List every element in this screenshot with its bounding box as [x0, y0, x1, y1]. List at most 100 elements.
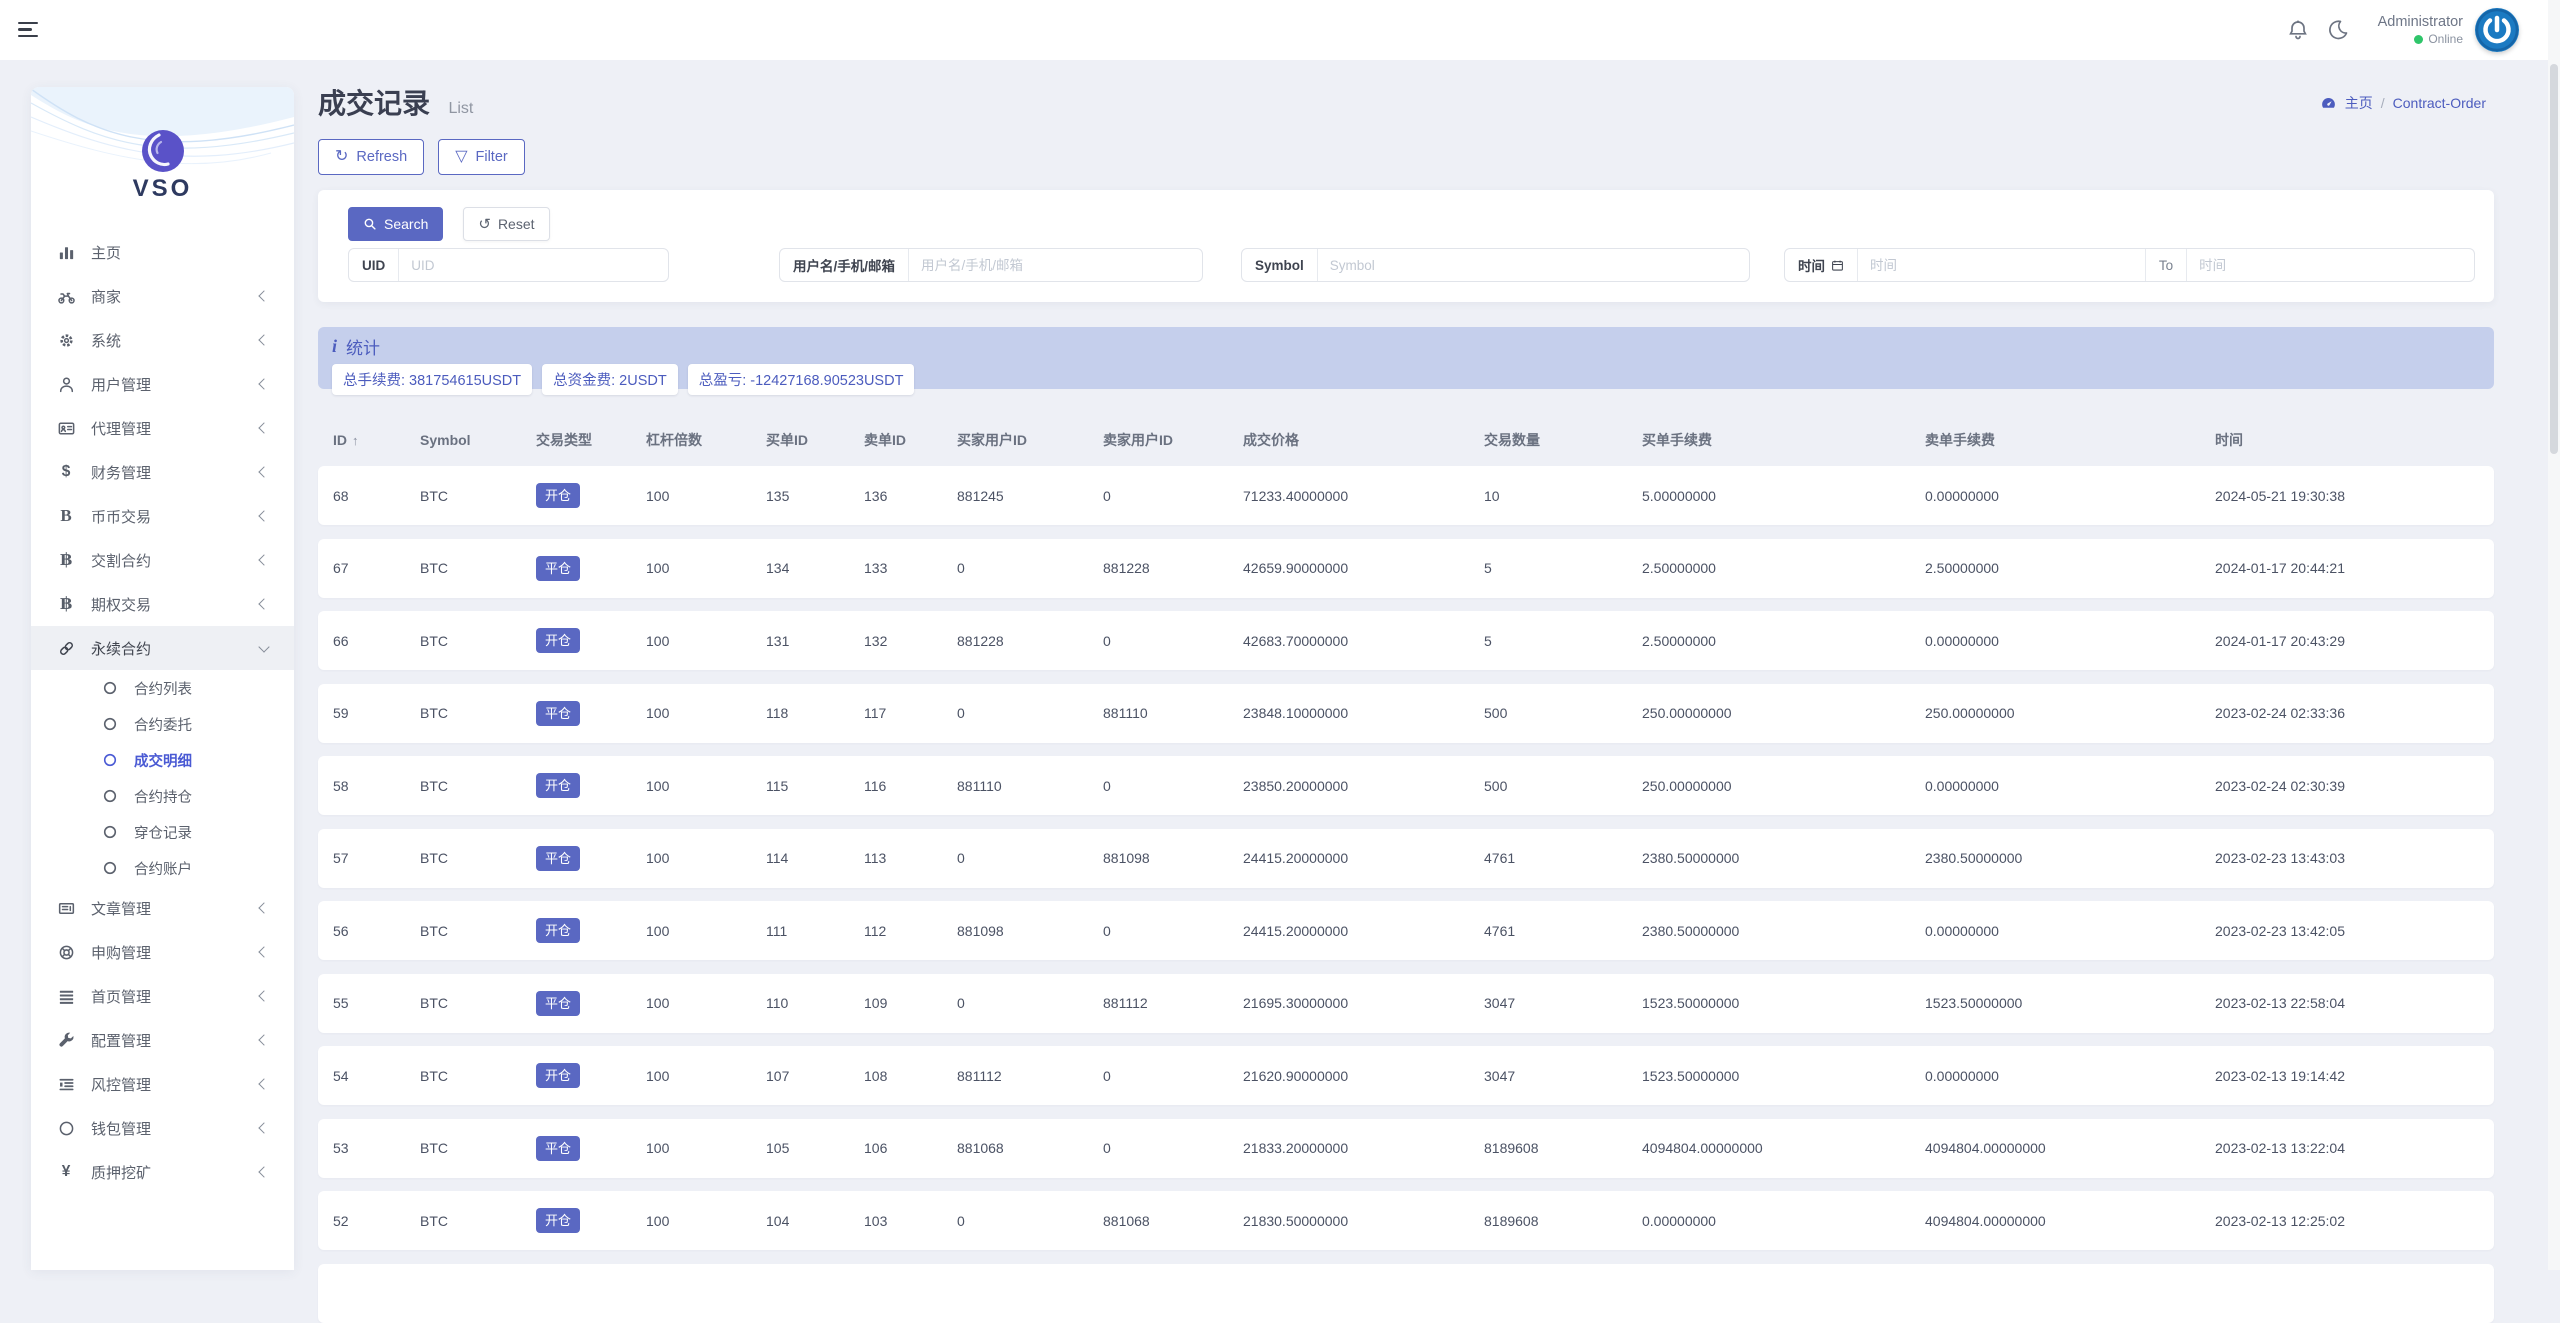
table-cell: 881110 [957, 778, 1103, 794]
table-cell: 131 [766, 633, 864, 649]
breadcrumb-home-link[interactable]: 主页 [2345, 93, 2373, 113]
sidebar-item[interactable]: 申购管理 [31, 930, 294, 974]
sidebar-item[interactable]: 系统 [31, 318, 294, 362]
sidebar-item[interactable]: 文章管理 [31, 886, 294, 930]
table-cell: 111 [766, 923, 864, 939]
sidebar-item[interactable]: 首页管理 [31, 974, 294, 1018]
sidebar-subitem[interactable]: 合约持仓 [31, 778, 294, 814]
table-cell: 2023-02-23 13:42:05 [2215, 923, 2494, 939]
chevron-left-icon [258, 1034, 269, 1045]
table-cell: 开仓 [536, 773, 646, 798]
indent-list-icon [56, 1074, 76, 1094]
table-cell: 开仓 [536, 483, 646, 508]
breadcrumb-current-link[interactable]: Contract-Order [2393, 95, 2486, 111]
table-cell: 2023-02-23 13:43:03 [2215, 850, 2494, 866]
user-info[interactable]: Administrator Online [2378, 13, 2463, 46]
avatar[interactable] [2475, 8, 2519, 52]
sidebar-item-label: 期权交易 [91, 594, 151, 615]
bell-icon[interactable] [2286, 18, 2310, 42]
table-cell: 24415.20000000 [1243, 923, 1484, 939]
table-cell: 2.50000000 [1925, 560, 2215, 576]
column-header[interactable]: ID↑ [333, 432, 420, 448]
column-header: 买家用户ID [957, 430, 1103, 450]
sidebar-item-label: 配置管理 [91, 1030, 151, 1051]
table-header: ID↑Symbol交易类型杠杆倍数买单ID卖单ID买家用户ID卖家用户ID成交价… [318, 430, 2494, 448]
stats-badge-total-funding: 总资金费: 2USDT [542, 364, 678, 395]
brand-text: VSO [31, 175, 294, 203]
table-cell: 881112 [1103, 995, 1243, 1011]
sidebar-item[interactable]: ¥质押挖矿 [31, 1150, 294, 1194]
table-cell: BTC [420, 778, 536, 794]
stats-badge-total-fee: 总手续费: 381754615USDT [332, 364, 532, 395]
column-header: 时间 [2215, 430, 2494, 450]
search-button[interactable]: Search [348, 207, 443, 241]
uid-input[interactable] [399, 249, 668, 281]
table-cell: 250.00000000 [1642, 778, 1925, 794]
column-header: 卖单手续费 [1925, 430, 2215, 450]
sidebar-item[interactable]: 风控管理 [31, 1062, 294, 1106]
sidebar-item-label: 申购管理 [91, 942, 151, 963]
refresh-button[interactable]: ↻ Refresh [318, 139, 424, 175]
table-cell: 2023-02-24 02:30:39 [2215, 778, 2494, 794]
sidebar-item[interactable]: ฿交割合约 [31, 538, 294, 582]
chevron-left-icon [258, 334, 269, 345]
table-cell: 42683.70000000 [1243, 633, 1484, 649]
table-cell: 42659.90000000 [1243, 560, 1484, 576]
table-cell: 56 [333, 923, 420, 939]
time-from-input[interactable] [1858, 249, 2145, 281]
symbol-input[interactable] [1318, 249, 1749, 281]
sidebar-item-label: 代理管理 [91, 418, 151, 439]
table-cell: 21830.50000000 [1243, 1213, 1484, 1229]
sidebar-subitem[interactable]: 穿仓记录 [31, 814, 294, 850]
table-cell: 0.00000000 [1925, 1068, 2215, 1084]
table-cell: 开仓 [536, 628, 646, 653]
lifebuoy-icon [56, 942, 76, 962]
username-phone-email-input[interactable] [909, 249, 1202, 281]
sidebar-item[interactable]: 代理管理 [31, 406, 294, 450]
sidebar-subitem[interactable]: 合约列表 [31, 670, 294, 706]
sidebar-item[interactable]: 商家 [31, 274, 294, 318]
table-cell: 1523.50000000 [1925, 995, 2215, 1011]
table-cell: 8189608 [1484, 1213, 1642, 1229]
table-cell: 100 [646, 1140, 766, 1156]
table-cell: 54 [333, 1068, 420, 1084]
table-cell: 10 [1484, 488, 1642, 504]
table-cell: 0.00000000 [1925, 923, 2215, 939]
dark-mode-moon-icon[interactable] [2326, 18, 2350, 42]
sidebar-subitem-label: 合约账户 [134, 858, 192, 879]
filter-time-label: 时间 [1785, 249, 1858, 281]
table-cell: 132 [864, 633, 957, 649]
table-cell: 881110 [1103, 705, 1243, 721]
table-cell: BTC [420, 1213, 536, 1229]
sidebar-item[interactable]: 钱包管理 [31, 1106, 294, 1150]
sidebar-item[interactable]: 配置管理 [31, 1018, 294, 1062]
table-cell: 881068 [957, 1140, 1103, 1156]
user-name: Administrator [2378, 13, 2463, 31]
user-icon [56, 374, 76, 394]
scrollbar-thumb[interactable] [2550, 64, 2558, 454]
chevron-left-icon [258, 466, 269, 477]
reset-button[interactable]: ↺ Reset [463, 207, 549, 241]
search-panel: Search ↺ Reset UID 用户名/手机/邮箱 Symbol [318, 190, 2494, 302]
hamburger-menu-icon[interactable] [18, 22, 38, 38]
table-cell: 117 [864, 705, 957, 721]
table-cell: 2023-02-13 19:14:42 [2215, 1068, 2494, 1084]
sidebar-subitem[interactable]: 成交明细 [31, 742, 294, 778]
sidebar-item[interactable]: 用户管理 [31, 362, 294, 406]
table-row: 52BTC开仓100104103088106821830.50000000818… [318, 1191, 2494, 1250]
table-cell: 100 [646, 705, 766, 721]
sidebar-item[interactable]: B币币交易 [31, 494, 294, 538]
time-to-input[interactable] [2187, 249, 2474, 281]
table-cell: 881068 [1103, 1213, 1243, 1229]
table-cell: 0 [1103, 923, 1243, 939]
sidebar-subitem[interactable]: 合约委托 [31, 706, 294, 742]
calendar-icon [1831, 259, 1844, 272]
sidebar-item[interactable]: $财务管理 [31, 450, 294, 494]
table-cell: 110 [766, 995, 864, 1011]
sidebar-item[interactable]: ฿期权交易 [31, 582, 294, 626]
table-cell: 21620.90000000 [1243, 1068, 1484, 1084]
sidebar-subitem[interactable]: 合约账户 [31, 850, 294, 886]
sidebar-item[interactable]: 永续合约 [31, 626, 294, 670]
filter-button[interactable]: ▽ Filter [438, 139, 525, 175]
sidebar-item[interactable]: 主页 [31, 230, 294, 274]
